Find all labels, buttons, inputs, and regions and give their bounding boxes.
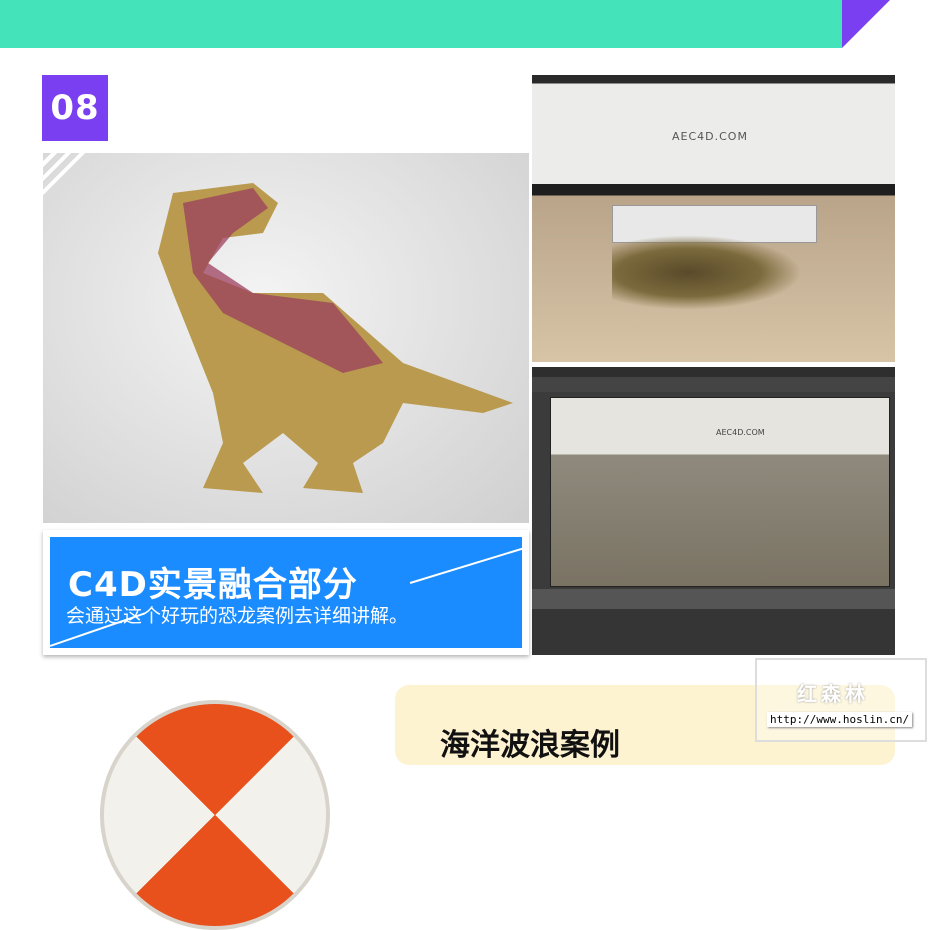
voxel-dinosaur-image	[43, 153, 529, 523]
caption-blue-panel: C4D实景融合部分 会通过这个好玩的恐龙案例去详细讲解。	[50, 537, 522, 648]
material-panel	[532, 609, 895, 655]
watermark-url: http://www.hoslin.cn/	[767, 712, 913, 727]
c4d-software-screenshot: AEC4D.COM	[532, 367, 895, 655]
top-banner	[0, 0, 842, 48]
desk-ar-dinosaur-photo: AEC4D.COM	[532, 75, 895, 362]
viewport: AEC4D.COM	[550, 397, 890, 587]
next-section-title: 海洋波浪案例	[440, 728, 620, 763]
caption-subtitle: 会通过这个好玩的恐龙案例去详细讲解。	[66, 605, 409, 627]
watermark: 红森林 http://www.hoslin.cn/	[755, 658, 927, 742]
banner-corner	[842, 0, 890, 48]
timeline	[532, 589, 895, 609]
toolbar	[532, 377, 895, 392]
decor-line	[409, 546, 522, 584]
caption-title: C4D实景融合部分	[68, 565, 358, 605]
caption-card: C4D实景融合部分 会通过这个好玩的恐龙案例去详细讲解。	[43, 530, 529, 655]
section-number-badge: 08	[42, 75, 108, 141]
viewport-logo: AEC4D.COM	[716, 428, 765, 437]
watermark-name: 红森林	[797, 682, 869, 706]
corner-stripes	[43, 153, 93, 203]
menu-bar	[532, 367, 895, 377]
dinosaur-model	[612, 235, 802, 310]
dinosaur-silhouette	[158, 183, 513, 493]
monitor-logo: AEC4D.COM	[672, 130, 748, 143]
lifebuoy-icon	[100, 700, 330, 930]
